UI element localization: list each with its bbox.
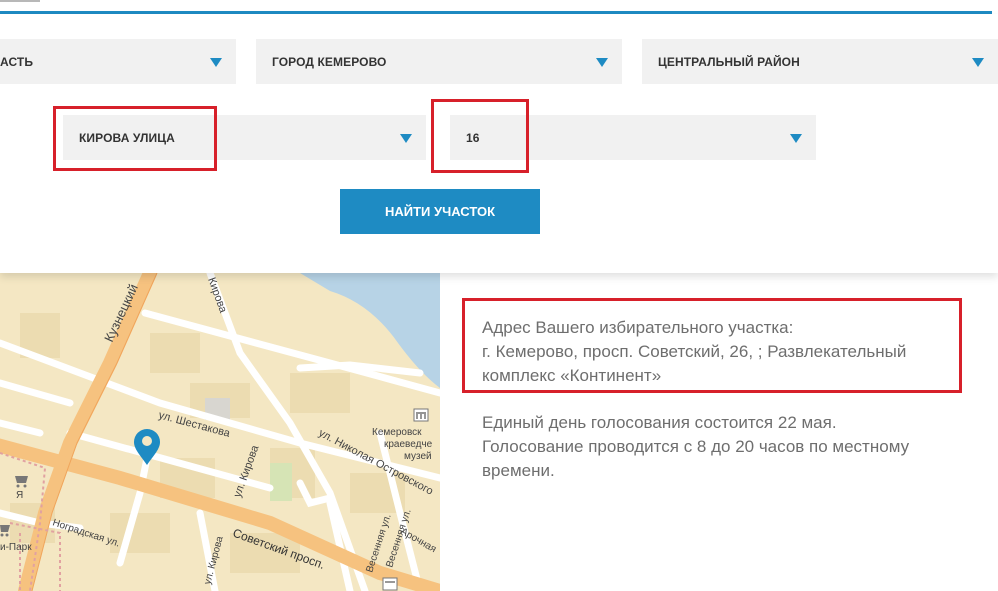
note-line-2: Голосование проводится с 8 до 20 часов п… [482, 437, 910, 456]
chevron-down-icon [790, 134, 802, 143]
polling-station-address-box: Адрес Вашего избирательного участка: г. … [462, 298, 962, 393]
street-select[interactable]: КИРОВА УЛИЦА [63, 115, 426, 160]
map-label-ya: Я [16, 490, 23, 501]
region-value: АСТЬ [0, 54, 34, 69]
street-value: КИРОВА УЛИЦА [79, 130, 175, 145]
chevron-down-icon [210, 58, 222, 67]
museum-icon [382, 577, 398, 591]
note-line-3: времени. [482, 461, 555, 480]
map-view[interactable]: Кузнецкий Кирова ул. Шестакова ул. Киров… [0, 273, 440, 591]
note-line-1: Единый день голосования состоится 22 мая… [482, 413, 837, 432]
district-value: ЦЕНТРАЛЬНЫЙ РАЙОН [658, 54, 800, 69]
map-label-museum-1: Кемеровск [372, 427, 422, 438]
find-station-button[interactable]: НАЙТИ УЧАСТОК [340, 189, 540, 234]
museum-icon [413, 408, 429, 422]
map-label-museum-3: музей [404, 451, 432, 462]
house-value: 16 [466, 130, 480, 145]
map-label-park: и-Парк [0, 542, 32, 553]
map-canvas[interactable]: Кузнецкий Кирова ул. Шестакова ул. Киров… [0, 273, 440, 591]
address-heading: Адрес Вашего избирательного участка: [482, 318, 794, 337]
chevron-down-icon [596, 58, 608, 67]
region-select[interactable]: АСТЬ [0, 39, 236, 84]
voting-day-note: Единый день голосования состоится 22 мая… [482, 411, 982, 483]
map-label-museum-2: краеведче [384, 439, 433, 450]
park-area [270, 463, 292, 501]
header-fragment [0, 0, 40, 2]
city-select[interactable]: ГОРОД КЕМЕРОВО [256, 39, 622, 84]
district-select[interactable]: ЦЕНТРАЛЬНЫЙ РАЙОН [642, 39, 998, 84]
address-line-1: г. Кемерово, просп. Советский, 26, ; Раз… [482, 342, 907, 361]
city-value: ГОРОД КЕМЕРОВО [272, 54, 387, 69]
address-line-2: комплекс «Континент» [482, 366, 662, 385]
chevron-down-icon [972, 58, 984, 67]
house-select[interactable]: 16 [450, 115, 816, 160]
search-panel: АСТЬ ГОРОД КЕМЕРОВО ЦЕНТРАЛЬНЫЙ РАЙОН КИ… [0, 14, 998, 273]
chevron-down-icon [400, 134, 412, 143]
